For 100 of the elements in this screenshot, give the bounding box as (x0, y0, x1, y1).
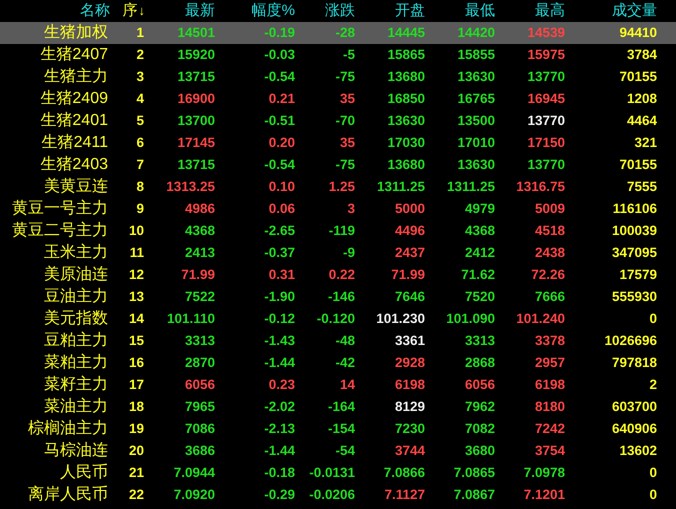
percent-change: 0.10 (268, 179, 295, 194)
price-value: 16850 (387, 91, 425, 106)
row-number: 11 (130, 245, 144, 260)
row-number: 18 (128, 399, 144, 414)
price-value: 7520 (464, 289, 495, 304)
column-header[interactable]: 最高 (535, 2, 565, 19)
price-value: 6198 (534, 377, 565, 392)
instrument-name: 生猪2403 (40, 156, 108, 173)
table-row[interactable]: 菜油主力 18 7965 -2.02 -164 8129 7962 8180 603700 (0, 396, 676, 418)
table-row[interactable]: 生猪加权 1 14501 -0.19 -28 14445 14420 14539 94410 (0, 22, 676, 44)
price-value: 13630 (457, 157, 495, 172)
percent-change: -2.13 (264, 421, 295, 436)
instrument-name: 生猪2407 (40, 46, 108, 63)
instrument-name: 美元指数 (44, 310, 108, 327)
price-value: 13715 (177, 69, 215, 84)
price-value: 2868 (464, 355, 495, 370)
volume-value: 13602 (619, 443, 657, 458)
column-header[interactable]: 最新 (185, 2, 215, 19)
table-row[interactable]: 生猪2403 7 13715 -0.54 -75 13680 13630 13770 70155 (0, 154, 676, 176)
table-row[interactable]: 生猪2407 2 15920 -0.03 -5 15865 15855 15975 3784 (0, 44, 676, 66)
instrument-name: 玉米主力 (44, 244, 108, 261)
column-header[interactable]: 涨跌 (325, 2, 355, 19)
instrument-name: 生猪2409 (40, 90, 108, 107)
instrument-name: 生猪主力 (44, 68, 108, 85)
change-value: -48 (335, 333, 355, 348)
column-header[interactable]: 序 (122, 2, 138, 19)
table-row[interactable]: 黄豆二号主力 10 4368 -2.65 -119 4496 4368 4518 100039 (0, 220, 676, 242)
row-number: 21 (128, 465, 144, 480)
table-row[interactable]: 人民币 21 7.0944 -0.18 -0.0131 7.0866 7.0865 7.0978 0 (0, 462, 676, 484)
price-value: 101.090 (446, 311, 495, 326)
row-number: 14 (128, 311, 144, 326)
table-row[interactable]: 离岸人民币 22 7.0920 -0.29 -0.0206 7.1127 7.0867 7.1201 0 (0, 484, 676, 506)
row-number: 6 (136, 135, 144, 150)
change-value: -28 (335, 25, 355, 40)
change-value: -0.0206 (309, 487, 355, 502)
table-row[interactable]: 生猪2411 6 17145 0.20 35 17030 17010 17150 321 (0, 132, 676, 154)
price-value: 4368 (464, 223, 495, 238)
price-value: 7965 (184, 399, 215, 414)
price-value: 7.0920 (174, 487, 215, 502)
table-row[interactable]: 生猪2409 4 16900 0.21 35 16850 16765 16945 1208 (0, 88, 676, 110)
percent-change: -0.12 (264, 311, 295, 326)
change-value: -42 (335, 355, 355, 370)
price-value: 2928 (394, 355, 425, 370)
price-value: 15865 (387, 47, 425, 62)
price-value: 7.1201 (524, 487, 565, 502)
price-value: 71.62 (461, 267, 495, 282)
price-value: 7.0867 (454, 487, 495, 502)
price-value: 71.99 (181, 267, 215, 282)
column-header[interactable]: 最低 (465, 2, 495, 19)
table-row[interactable]: 马棕油连 20 3686 -1.44 -54 3744 3680 3754 13602 (0, 440, 676, 462)
price-value: 4518 (534, 223, 565, 238)
column-header[interactable]: 名称 (80, 2, 110, 19)
instrument-name: 菜油主力 (44, 398, 108, 415)
table-row[interactable]: 棕榈油主力 19 7086 -2.13 -154 7230 7082 7242 640906 (0, 418, 676, 440)
price-value: 15920 (177, 47, 215, 62)
price-value: 7962 (464, 399, 495, 414)
price-value: 7.0866 (384, 465, 425, 480)
price-value: 101.230 (376, 311, 425, 326)
instrument-name: 豆粕主力 (44, 332, 108, 349)
price-value: 6198 (394, 377, 425, 392)
percent-change: 0.31 (268, 267, 295, 282)
volume-value: 4464 (626, 113, 657, 128)
price-value: 13770 (527, 157, 565, 172)
price-value: 1316.75 (516, 179, 565, 194)
price-value: 13700 (177, 113, 215, 128)
change-value: 3 (347, 201, 355, 216)
table-row[interactable]: 美黄豆连 8 1313.25 0.10 1.25 1311.25 1311.25 1316.75 7555 (0, 176, 676, 198)
instrument-name: 美黄豆连 (44, 178, 108, 195)
change-value: -0.120 (316, 311, 355, 326)
row-number: 12 (128, 267, 144, 282)
table-row[interactable]: 黄豆一号主力 9 4986 0.06 3 5000 4979 5009 116106 (0, 198, 676, 220)
instrument-name: 菜粕主力 (44, 354, 108, 371)
row-number: 15 (128, 333, 144, 348)
table-row[interactable]: 菜粕主力 16 2870 -1.44 -42 2928 2868 2957 797818 (0, 352, 676, 374)
price-value: 1311.25 (446, 179, 495, 194)
price-value: 3686 (184, 443, 215, 458)
row-number: 7 (136, 157, 144, 172)
column-header[interactable]: 开盘 (395, 2, 425, 19)
table-row[interactable]: 美原油连 12 71.99 0.31 0.22 71.99 71.62 72.26 17579 (0, 264, 676, 286)
price-value: 7.0865 (454, 465, 495, 480)
table-row[interactable]: 豆油主力 13 7522 -1.90 -146 7646 7520 7666 555930 (0, 286, 676, 308)
table-row[interactable]: 美元指数 14 101.110 -0.12 -0.120 101.230 101.090 101.240 0 (0, 308, 676, 330)
price-value: 4979 (464, 201, 495, 216)
price-value: 16765 (457, 91, 495, 106)
table-row[interactable]: 菜籽主力 17 6056 0.23 14 6198 6056 6198 2 (0, 374, 676, 396)
volume-value: 603700 (612, 399, 657, 414)
column-header[interactable]: 成交量 (612, 2, 657, 19)
price-value: 13680 (387, 157, 425, 172)
volume-value: 70155 (619, 69, 657, 84)
column-header[interactable]: 幅度% (252, 2, 295, 19)
table-row[interactable]: 生猪2401 5 13700 -0.51 -70 13630 13500 13770 4464 (0, 110, 676, 132)
table-row[interactable]: 豆粕主力 15 3313 -1.43 -48 3361 3313 3378 1026696 (0, 330, 676, 352)
price-value: 7646 (394, 289, 425, 304)
table-row[interactable]: 玉米主力 11 2413 -0.37 -9 2437 2412 2438 347095 (0, 242, 676, 264)
price-value: 7.0978 (524, 465, 565, 480)
table-row[interactable]: 生猪主力 3 13715 -0.54 -75 13680 13630 13770 70155 (0, 66, 676, 88)
percent-change: -1.44 (264, 443, 295, 458)
volume-value: 640906 (612, 421, 657, 436)
percent-change: -0.51 (264, 113, 295, 128)
price-value: 14445 (387, 25, 425, 40)
